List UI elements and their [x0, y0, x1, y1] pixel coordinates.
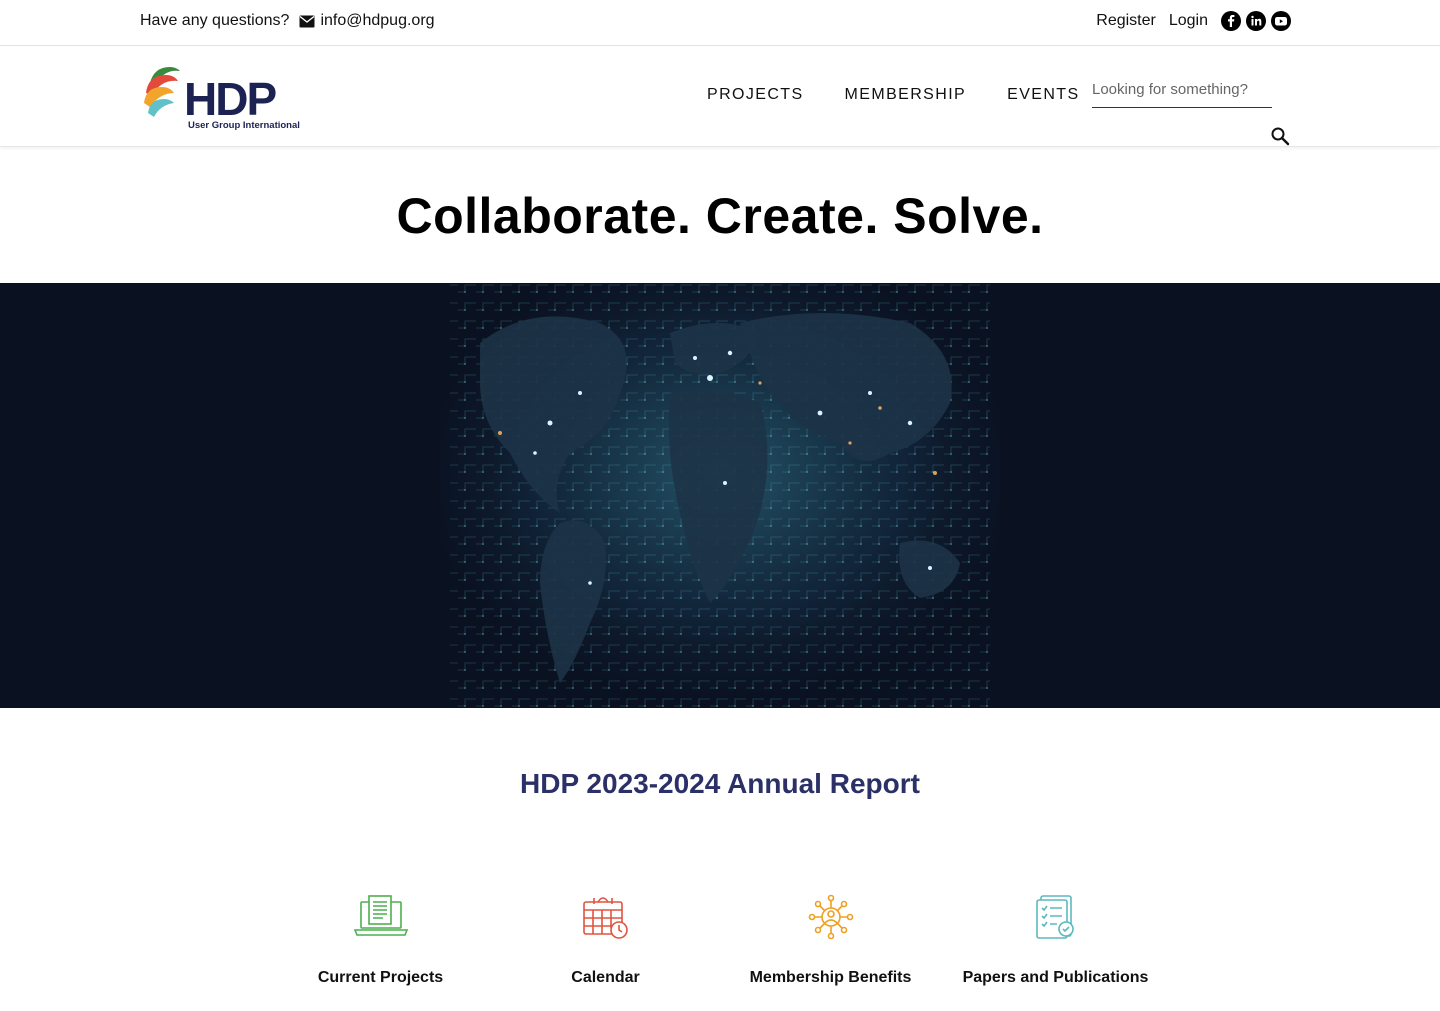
logo-subtitle: User Group International — [188, 120, 300, 131]
network-people-icon — [808, 894, 853, 940]
checklist-document-icon — [1035, 895, 1074, 939]
search-icon[interactable] — [1270, 126, 1290, 151]
email-text: info@hdpug.org — [320, 12, 435, 29]
feature-papers-publications[interactable]: Papers and Publications — [943, 894, 1168, 987]
headline: Collaborate. Create. Solve. — [396, 188, 1044, 244]
laptop-document-icon — [353, 895, 408, 936]
nav-projects[interactable]: PROJECTS — [707, 86, 804, 104]
feature-label: Membership Benefits — [749, 969, 912, 986]
mail-icon — [299, 15, 315, 27]
email-link[interactable]: info@hdpug.org — [299, 12, 435, 30]
headline-section: Collaborate. Create. Solve. — [0, 147, 1440, 283]
youtube-icon[interactable] — [1271, 11, 1291, 31]
login-link[interactable]: Login — [1169, 12, 1208, 30]
feature-links: Current Projects Calendar Membership Ben… — [0, 864, 1440, 1004]
search-box — [1092, 76, 1272, 108]
main-nav: PROJECTS MEMBERSHIP EVENTS — [707, 86, 1080, 104]
feature-label: Papers and Publications — [962, 969, 1149, 986]
hero-banner — [0, 283, 1440, 708]
account-links: Register Login — [1096, 11, 1291, 31]
search-input[interactable] — [1092, 76, 1262, 98]
social-links — [1221, 11, 1291, 31]
top-bar: Have any questions? info@hdpug.org Regis… — [0, 0, 1440, 46]
feature-membership-benefits[interactable]: Membership Benefits — [718, 894, 943, 987]
calendar-clock-icon — [582, 897, 628, 939]
hero-world-circuit-image — [440, 283, 1000, 708]
feature-label: Calendar — [571, 969, 640, 986]
annual-report-section: HDP 2023-2024 Annual Report — [0, 708, 1440, 864]
feature-current-projects[interactable]: Current Projects — [268, 894, 493, 987]
nav-events[interactable]: EVENTS — [1007, 86, 1079, 104]
register-link[interactable]: Register — [1096, 12, 1156, 30]
logo-mark: HDP — [144, 67, 278, 125]
linkedin-icon[interactable] — [1246, 11, 1266, 31]
feature-label: Current Projects — [317, 969, 444, 986]
hdp-logo[interactable]: HDP User Group International — [140, 63, 310, 133]
feature-calendar[interactable]: Calendar — [493, 894, 718, 987]
logo-text: HDP — [184, 73, 276, 123]
facebook-icon[interactable] — [1221, 11, 1241, 31]
contact-info: Have any questions? info@hdpug.org — [140, 12, 435, 30]
nav-membership[interactable]: MEMBERSHIP — [845, 86, 967, 104]
main-header: HDP User Group International PROJECTS ME… — [0, 46, 1440, 147]
annual-report-link[interactable]: HDP 2023-2024 Annual Report — [0, 708, 1440, 800]
questions-text: Have any questions? — [140, 12, 290, 29]
